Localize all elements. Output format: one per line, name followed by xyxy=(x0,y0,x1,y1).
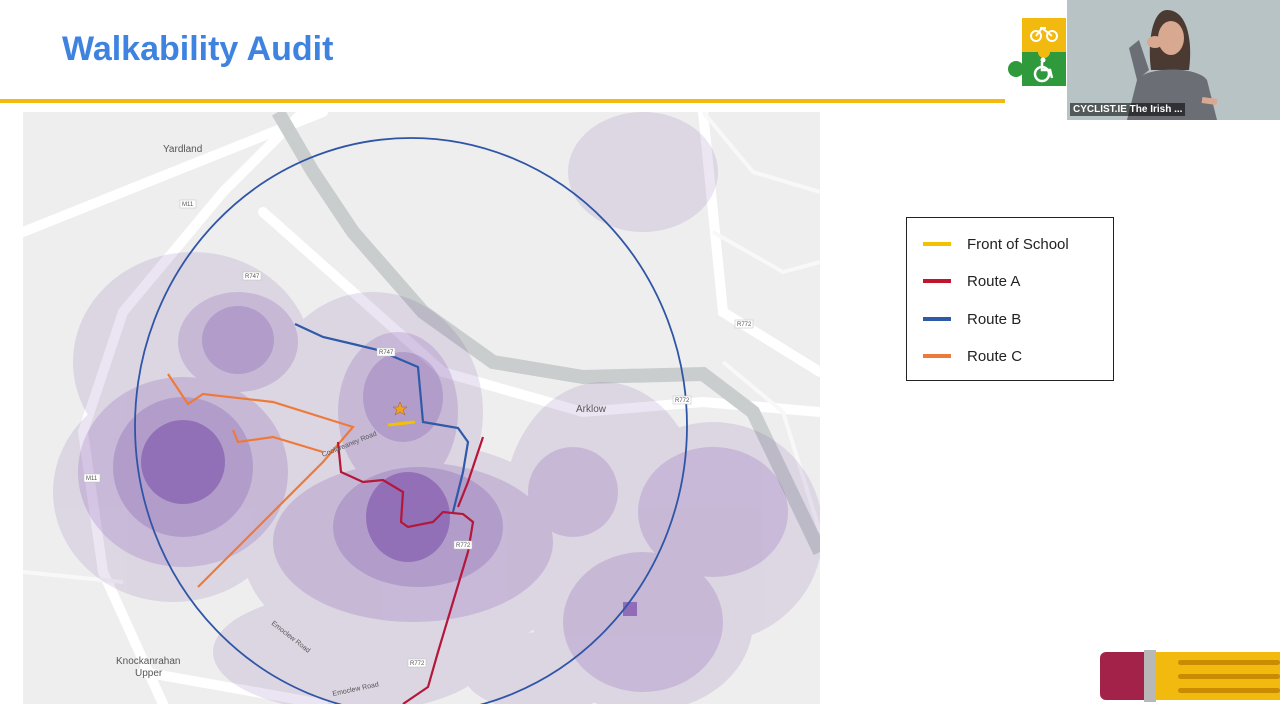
slide-title: Walkability Audit xyxy=(62,30,334,68)
walkability-map: Yardland Arklow Knockanrahan Upper M11 M… xyxy=(23,112,820,704)
legend-label: Route C xyxy=(967,347,1023,365)
legend-swatch xyxy=(923,354,951,358)
place-label-upper: Upper xyxy=(135,668,163,679)
presenter-image xyxy=(1067,0,1280,120)
road-label-r772-a: R772 xyxy=(737,322,752,328)
road-label-m11-top: M11 xyxy=(182,202,194,208)
legend-label: Route B xyxy=(967,310,1022,328)
legend-label: Front of School xyxy=(967,235,1069,253)
title-underline xyxy=(0,99,1005,103)
legend-swatch xyxy=(923,279,951,283)
legend-swatch xyxy=(923,242,951,246)
legend-swatch xyxy=(923,317,951,321)
road-label-r747-b: R747 xyxy=(379,350,394,356)
route-legend: Front of School Route A Route B Route C xyxy=(906,217,1114,381)
road-label-r772-d: R772 xyxy=(410,661,425,667)
road-label-r772-c: R772 xyxy=(456,543,471,549)
road-label-m11-left: M11 xyxy=(86,476,98,482)
place-label-knockanrahan: Knockanrahan xyxy=(116,656,181,667)
presenter-video[interactable]: CYCLIST.IE The Irish ... xyxy=(1067,0,1280,120)
road-label-r772-b: R772 xyxy=(675,398,690,404)
legend-item-front-of-school: Front of School xyxy=(923,233,1069,255)
place-label-yardland: Yardland xyxy=(163,144,202,155)
legend-label: Route A xyxy=(967,272,1021,290)
legend-item-route-b: Route B xyxy=(923,308,1021,330)
legend-item-route-c: Route C xyxy=(923,345,1022,367)
legend-item-route-a: Route A xyxy=(923,270,1020,292)
video-caption: CYCLIST.IE The Irish ... xyxy=(1070,103,1186,116)
cyclist-logo xyxy=(1008,18,1068,88)
place-label-arklow: Arklow xyxy=(576,404,607,415)
road-label-r747-a: R747 xyxy=(245,274,260,280)
pencil-decoration xyxy=(1100,650,1280,702)
